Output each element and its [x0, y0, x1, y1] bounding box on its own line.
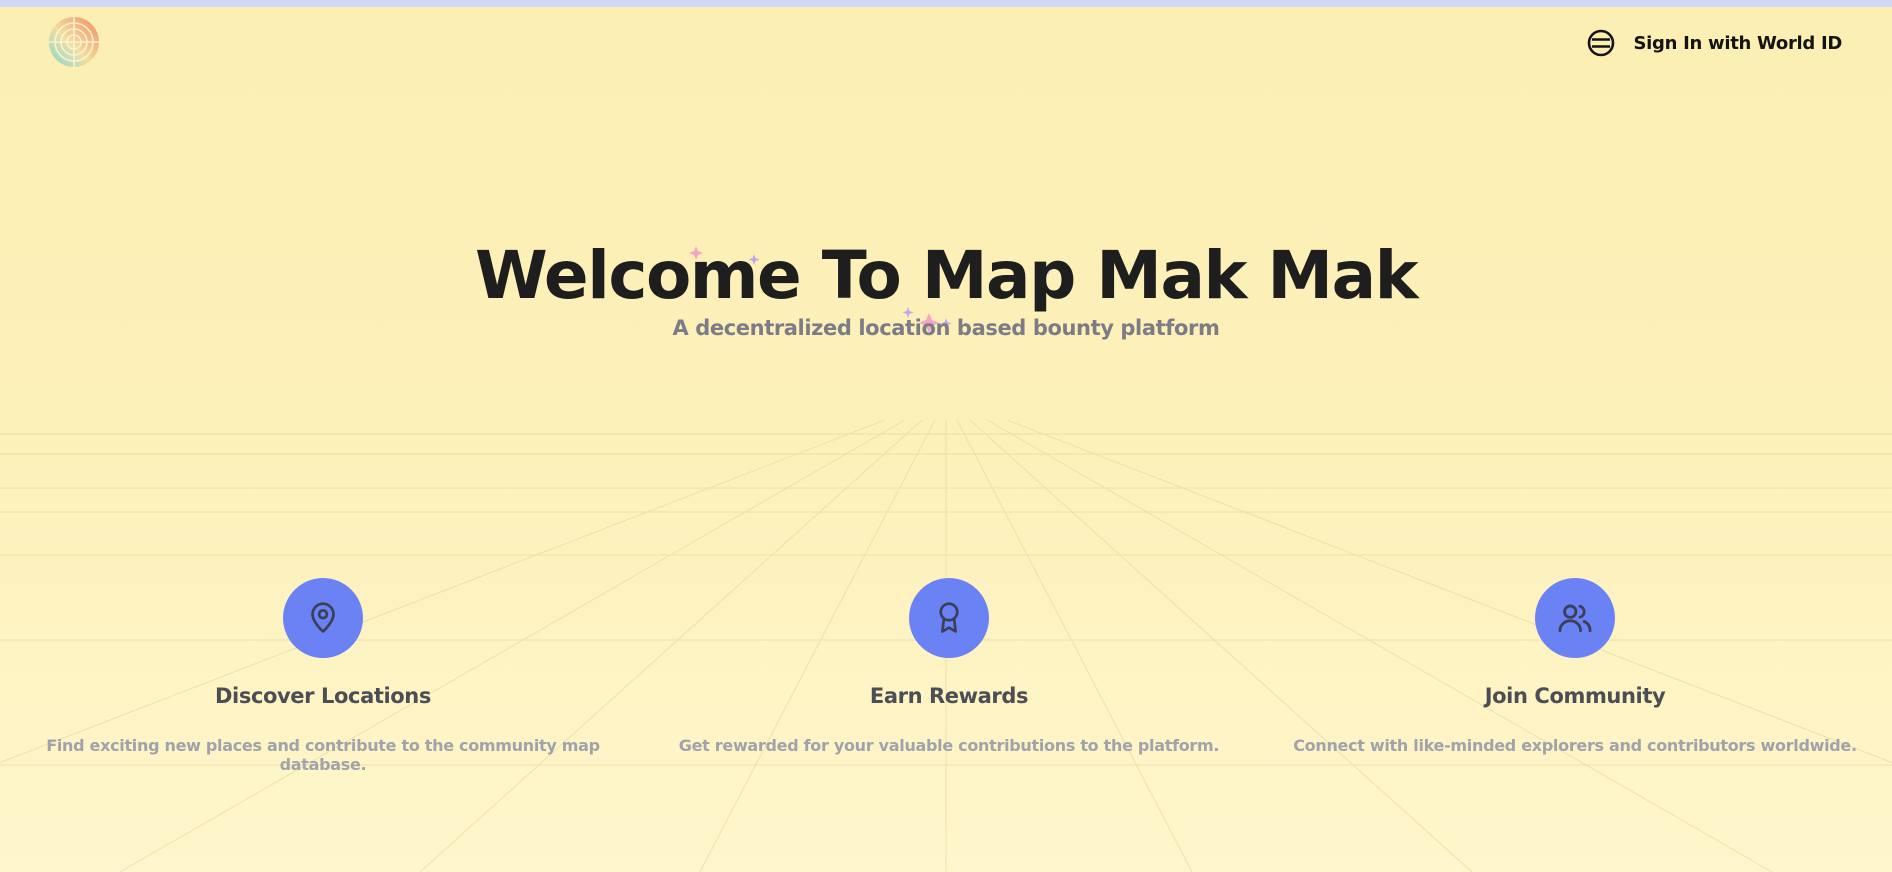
app-logo[interactable]: [48, 16, 100, 68]
feature-discover-locations: Discover Locations Find exciting new pla…: [13, 578, 633, 774]
feature-earn-rewards: Earn Rewards Get rewarded for your valua…: [639, 578, 1259, 755]
page-subtitle: A decentralized location based bounty pl…: [672, 316, 1220, 340]
sign-in-label: Sign In with World ID: [1633, 32, 1843, 54]
hero-section: Welcome To Map Mak Mak A decentralized l…: [0, 236, 1892, 340]
top-strip: [0, 0, 1892, 7]
users-icon: [1535, 578, 1615, 658]
award-icon: [909, 578, 989, 658]
page-title: Welcome To Map Mak Mak: [474, 237, 1419, 314]
feature-title: Earn Rewards: [869, 684, 1029, 708]
map-pin-icon: [283, 578, 363, 658]
feature-join-community: Join Community Connect with like-minded …: [1265, 578, 1885, 755]
feature-description: Get rewarded for your valuable contribut…: [678, 736, 1220, 755]
feature-description: Find exciting new places and contribute …: [46, 736, 600, 774]
sign-in-button[interactable]: Sign In with World ID: [1586, 26, 1842, 60]
world-id-icon: [1587, 29, 1614, 57]
feature-title: Join Community: [1484, 684, 1666, 708]
feature-title: Discover Locations: [215, 684, 431, 708]
features-section: Discover Locations Find exciting new pla…: [0, 578, 1892, 778]
feature-description: Connect with like-minded explorers and c…: [1293, 736, 1857, 755]
globe-logo-icon: [49, 17, 99, 67]
